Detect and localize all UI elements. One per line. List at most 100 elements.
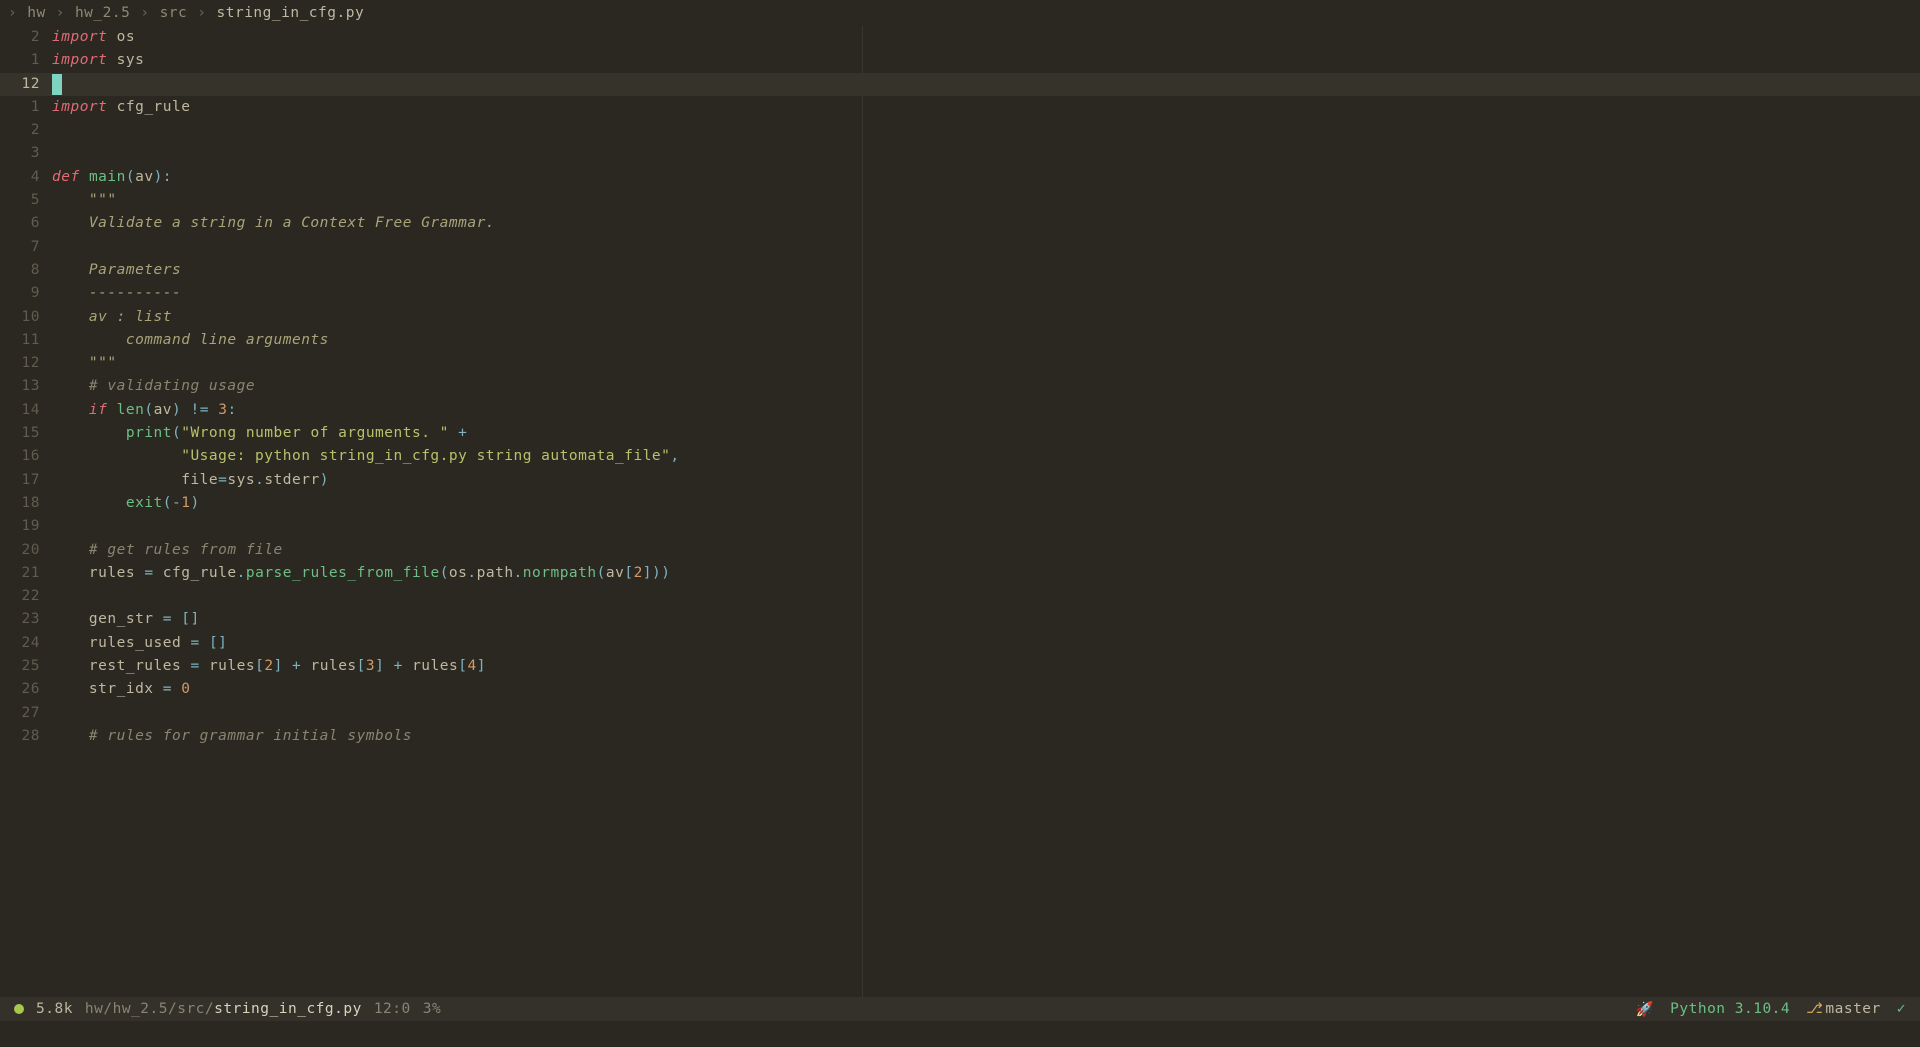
code-line[interactable]: 12 bbox=[0, 73, 1920, 96]
line-number: 4 bbox=[0, 166, 46, 189]
code-line[interactable]: 1import cfg_rule bbox=[0, 96, 1920, 119]
line-number: 9 bbox=[0, 282, 46, 305]
code-content[interactable]: # validating usage bbox=[46, 375, 1920, 398]
code-content[interactable] bbox=[46, 702, 1920, 725]
line-number: 20 bbox=[0, 539, 46, 562]
breadcrumb-item[interactable]: hw bbox=[27, 5, 45, 21]
cursor-position: 12:0 bbox=[374, 1001, 411, 1017]
code-line[interactable]: 15 print("Wrong number of arguments. " + bbox=[0, 422, 1920, 445]
line-number: 16 bbox=[0, 445, 46, 468]
code-content[interactable]: file=sys.stderr) bbox=[46, 469, 1920, 492]
line-number: 1 bbox=[0, 96, 46, 119]
line-number: 3 bbox=[0, 142, 46, 165]
code-content[interactable] bbox=[46, 585, 1920, 608]
code-content[interactable]: gen_str = [] bbox=[46, 608, 1920, 631]
line-number: 13 bbox=[0, 375, 46, 398]
line-number: 2 bbox=[0, 26, 46, 49]
code-line[interactable]: 21 rules = cfg_rule.parse_rules_from_fil… bbox=[0, 562, 1920, 585]
file-path[interactable]: hw/hw_2.5/src/string_in_cfg.py bbox=[85, 1001, 362, 1017]
code-content[interactable]: av : list bbox=[46, 306, 1920, 329]
text-cursor bbox=[52, 74, 62, 95]
code-editor[interactable]: 2import os1import sys121import cfg_rule2… bbox=[0, 26, 1920, 1005]
code-line[interactable]: 14 if len(av) != 3: bbox=[0, 399, 1920, 422]
code-line[interactable]: 8 Parameters bbox=[0, 259, 1920, 282]
line-number: 15 bbox=[0, 422, 46, 445]
code-line[interactable]: 16 "Usage: python string_in_cfg.py strin… bbox=[0, 445, 1920, 468]
code-content[interactable] bbox=[46, 236, 1920, 259]
code-line[interactable]: 10 av : list bbox=[0, 306, 1920, 329]
line-number: 23 bbox=[0, 608, 46, 631]
code-content[interactable]: # get rules from file bbox=[46, 539, 1920, 562]
code-content[interactable]: # rules for grammar initial symbols bbox=[46, 725, 1920, 748]
code-content[interactable] bbox=[46, 119, 1920, 142]
code-line[interactable]: 23 gen_str = [] bbox=[0, 608, 1920, 631]
breadcrumb-item[interactable]: string_in_cfg.py bbox=[217, 5, 365, 21]
line-number: 12 bbox=[0, 352, 46, 375]
code-content[interactable]: Validate a string in a Context Free Gram… bbox=[46, 212, 1920, 235]
code-line[interactable]: 5 """ bbox=[0, 189, 1920, 212]
code-content[interactable]: if len(av) != 3: bbox=[46, 399, 1920, 422]
line-number: 24 bbox=[0, 632, 46, 655]
code-content[interactable]: rules = cfg_rule.parse_rules_from_file(o… bbox=[46, 562, 1920, 585]
code-line[interactable]: 22 bbox=[0, 585, 1920, 608]
file-size: 5.8k bbox=[36, 1001, 73, 1017]
code-content[interactable]: print("Wrong number of arguments. " + bbox=[46, 422, 1920, 445]
code-line[interactable]: 17 file=sys.stderr) bbox=[0, 469, 1920, 492]
code-line[interactable]: 18 exit(-1) bbox=[0, 492, 1920, 515]
code-line[interactable]: 13 # validating usage bbox=[0, 375, 1920, 398]
breadcrumb-item[interactable]: src bbox=[160, 5, 188, 21]
code-content[interactable]: """ bbox=[46, 352, 1920, 375]
code-content[interactable]: import cfg_rule bbox=[46, 96, 1920, 119]
code-content[interactable]: ---------- bbox=[46, 282, 1920, 305]
check-icon[interactable]: ✓ bbox=[1897, 1001, 1906, 1017]
line-number: 7 bbox=[0, 236, 46, 259]
code-line[interactable]: 2 bbox=[0, 119, 1920, 142]
code-content[interactable]: rules_used = [] bbox=[46, 632, 1920, 655]
code-content[interactable] bbox=[46, 73, 1920, 96]
code-line[interactable]: 7 bbox=[0, 236, 1920, 259]
code-line[interactable]: 26 str_idx = 0 bbox=[0, 678, 1920, 701]
line-number: 21 bbox=[0, 562, 46, 585]
line-number: 27 bbox=[0, 702, 46, 725]
status-bar: 5.8k hw/hw_2.5/src/string_in_cfg.py 12:0… bbox=[0, 997, 1920, 1021]
code-line[interactable]: 1import sys bbox=[0, 49, 1920, 72]
python-version[interactable]: Python 3.10.4 bbox=[1670, 1001, 1790, 1017]
code-line[interactable]: 9 ---------- bbox=[0, 282, 1920, 305]
code-line[interactable]: 12 """ bbox=[0, 352, 1920, 375]
code-content[interactable]: rest_rules = rules[2] + rules[3] + rules… bbox=[46, 655, 1920, 678]
code-content[interactable]: """ bbox=[46, 189, 1920, 212]
code-line[interactable]: 2import os bbox=[0, 26, 1920, 49]
git-branch[interactable]: ⎇master bbox=[1806, 1001, 1881, 1017]
code-line[interactable]: 28 # rules for grammar initial symbols bbox=[0, 725, 1920, 748]
code-content[interactable]: import sys bbox=[46, 49, 1920, 72]
code-content[interactable]: Parameters bbox=[46, 259, 1920, 282]
code-line[interactable]: 11 command line arguments bbox=[0, 329, 1920, 352]
line-number: 25 bbox=[0, 655, 46, 678]
code-line[interactable]: 6 Validate a string in a Context Free Gr… bbox=[0, 212, 1920, 235]
breadcrumb-item[interactable]: hw_2.5 bbox=[75, 5, 130, 21]
code-line[interactable]: 27 bbox=[0, 702, 1920, 725]
code-line[interactable]: 20 # get rules from file bbox=[0, 539, 1920, 562]
code-content[interactable]: "Usage: python string_in_cfg.py string a… bbox=[46, 445, 1920, 468]
status-dot-icon bbox=[14, 1004, 24, 1014]
line-number: 8 bbox=[0, 259, 46, 282]
code-line[interactable]: 25 rest_rules = rules[2] + rules[3] + ru… bbox=[0, 655, 1920, 678]
code-content[interactable]: def main(av): bbox=[46, 166, 1920, 189]
code-line[interactable]: 3 bbox=[0, 142, 1920, 165]
code-content[interactable]: import os bbox=[46, 26, 1920, 49]
file-path-name: string_in_cfg.py bbox=[214, 1001, 362, 1017]
code-line[interactable]: 19 bbox=[0, 515, 1920, 538]
file-path-dir: hw/hw_2.5/src/ bbox=[85, 1001, 214, 1017]
code-content[interactable]: command line arguments bbox=[46, 329, 1920, 352]
code-content[interactable]: exit(-1) bbox=[46, 492, 1920, 515]
code-line[interactable]: 24 rules_used = [] bbox=[0, 632, 1920, 655]
code-content[interactable] bbox=[46, 515, 1920, 538]
line-number: 19 bbox=[0, 515, 46, 538]
code-content[interactable]: str_idx = 0 bbox=[46, 678, 1920, 701]
rocket-icon[interactable]: 🚀 bbox=[1636, 1001, 1655, 1018]
branch-icon: ⎇ bbox=[1806, 1001, 1823, 1017]
code-content[interactable] bbox=[46, 142, 1920, 165]
code-line[interactable]: 4def main(av): bbox=[0, 166, 1920, 189]
line-number: 12 bbox=[0, 73, 46, 96]
line-number: 5 bbox=[0, 189, 46, 212]
